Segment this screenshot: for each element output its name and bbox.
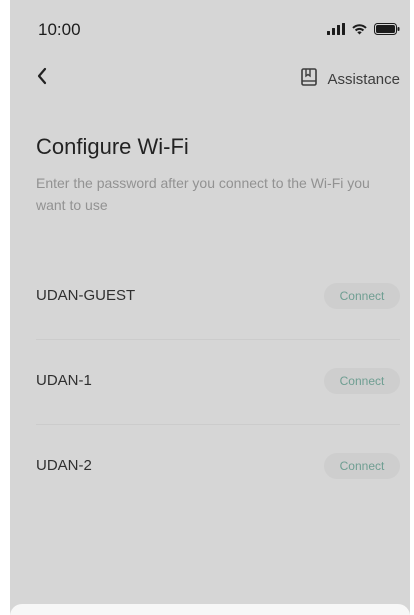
connect-button-udan-2[interactable]: Connect [324, 453, 400, 479]
page-title: Configure Wi-Fi [36, 134, 189, 159]
cellular-signal-icon [327, 22, 345, 40]
network-row-udan-1[interactable]: UDAN-1 Connect [36, 354, 400, 410]
network-name: UDAN-2 [36, 457, 92, 474]
connect-button-udan-guest[interactable]: Connect [324, 283, 400, 309]
network-row-udan-guest[interactable]: UDAN-GUEST Connect [36, 269, 400, 325]
assistance-button[interactable]: Assistance [301, 68, 400, 91]
top-navigation-bar: Assistance [10, 60, 410, 96]
wifi-icon [351, 22, 368, 40]
network-name: UDAN-1 [36, 372, 92, 389]
status-time: 10:00 [38, 20, 81, 39]
status-icons [327, 22, 400, 40]
row-divider [36, 424, 400, 425]
bottom-sheet[interactable] [10, 604, 410, 615]
assistance-label: Assistance [327, 71, 400, 88]
back-button[interactable] [30, 66, 54, 90]
connect-button-udan-1[interactable]: Connect [324, 368, 400, 394]
battery-icon [374, 22, 400, 40]
page-subtitle: Enter the password after you connect to … [36, 175, 370, 213]
wifi-config-screen: 10:00 Assistance Configure Wi-Fi Enter t… [10, 0, 410, 615]
chevron-left-icon [36, 67, 48, 90]
network-row-udan-2[interactable]: UDAN-2 Connect [36, 439, 400, 495]
status-bar: 10:00 [10, 0, 410, 50]
row-divider [36, 339, 400, 340]
guide-book-icon [301, 68, 318, 91]
network-name: UDAN-GUEST [36, 287, 136, 304]
